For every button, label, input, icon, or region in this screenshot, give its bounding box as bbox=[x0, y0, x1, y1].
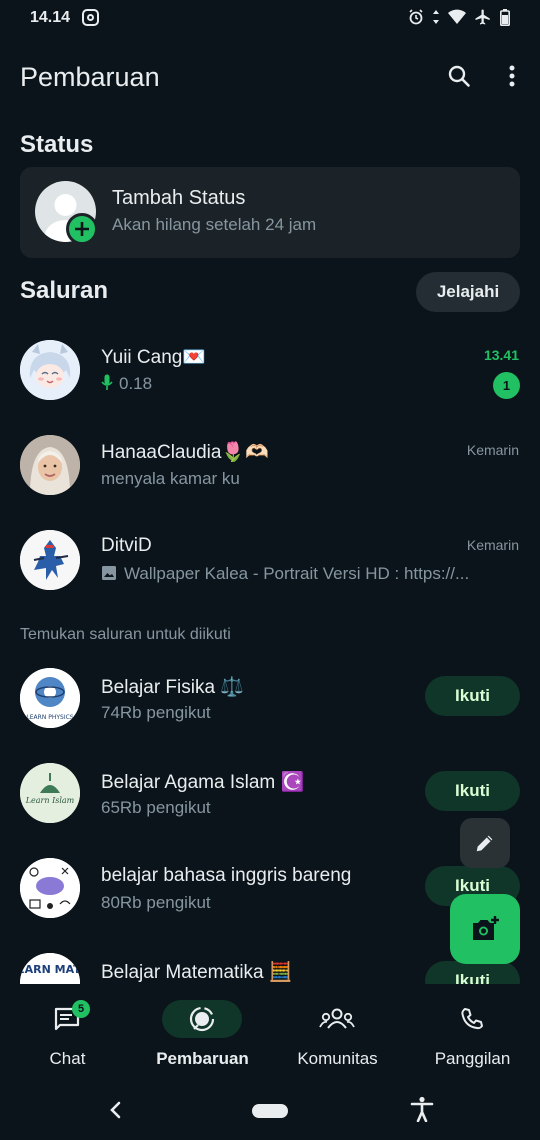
status-bar-time: 14.14 bbox=[30, 9, 71, 26]
channel-time: 13.41 bbox=[483, 347, 519, 363]
channels-section-title: Saluran bbox=[20, 277, 109, 304]
learn-math-text: LEARN MATH bbox=[20, 963, 80, 976]
channel-time: Kemarin bbox=[466, 537, 519, 553]
learn-islam-text: Learn Islam bbox=[25, 796, 75, 805]
learn-physics-logo-icon: LEARN PHYSICS bbox=[20, 668, 80, 728]
doodle-logo-icon bbox=[20, 858, 80, 918]
nav-updates[interactable]: Pembaruan bbox=[135, 984, 270, 1080]
person-photo-avatar-icon bbox=[20, 435, 80, 495]
search-button[interactable] bbox=[441, 58, 477, 94]
channel-emoji: 💌 bbox=[182, 347, 207, 368]
new-text-status-button[interactable] bbox=[460, 818, 510, 868]
wifi-icon bbox=[448, 9, 466, 24]
nav-calls-label: Panggilan bbox=[434, 1049, 511, 1068]
channel-last-message: menyala kamar ku bbox=[101, 469, 240, 488]
more-vertical-icon bbox=[509, 65, 515, 87]
channel-name: Belajar Matematika 🧮 bbox=[101, 962, 293, 983]
unread-count-badge: 1 bbox=[493, 372, 520, 399]
nav-chat[interactable]: 5 Chat bbox=[0, 984, 135, 1080]
nav-chat-label: Chat bbox=[49, 1049, 86, 1068]
channel-name: belajar bahasa inggris bareng bbox=[101, 865, 352, 886]
nav-calls[interactable]: Panggilan bbox=[405, 984, 540, 1080]
discover-row-belajar-agama-islam[interactable]: Learn Islam Belajar Agama Islam ☪️ 65Rb … bbox=[0, 748, 540, 838]
learn-math-logo-icon: LEARN MATH bbox=[20, 953, 80, 984]
discover-row-belajar-fisika[interactable]: LEARN PHYSICS Belajar Fisika ⚖️ 74Rb pen… bbox=[0, 653, 540, 743]
channel-avatar bbox=[20, 340, 80, 400]
add-status-title: Tambah Status bbox=[112, 187, 246, 209]
camera-status-button[interactable] bbox=[450, 894, 520, 964]
nav-communities-icon-wrap bbox=[297, 1000, 377, 1038]
channel-name: Belajar Fisika ⚖️ bbox=[101, 677, 244, 698]
channel-name-text: HanaaClaudia bbox=[101, 442, 222, 463]
channel-avatar bbox=[20, 435, 80, 495]
learn-islam-logo-icon: Learn Islam bbox=[20, 763, 80, 823]
character-logo-avatar-icon bbox=[20, 530, 80, 590]
channel-name: HanaaClaudia🌷🫶🏻 bbox=[101, 440, 269, 464]
channel-followers: 65Rb pengikut bbox=[101, 798, 211, 817]
battery-icon bbox=[500, 8, 510, 26]
channel-time: Kemarin bbox=[466, 442, 519, 458]
phone-icon bbox=[461, 1008, 483, 1030]
instagram-notification-icon bbox=[82, 9, 99, 26]
alarm-icon bbox=[409, 9, 423, 25]
channel-avatar bbox=[20, 530, 80, 590]
channel-last-message: 0.18 bbox=[101, 374, 441, 394]
follow-button[interactable]: Ikuti bbox=[425, 676, 520, 716]
channel-name-text: Yuii Cang bbox=[101, 347, 183, 368]
pencil-icon bbox=[476, 835, 493, 852]
nav-updates-label: Pembaruan bbox=[156, 1049, 249, 1068]
chat-unread-badge: 5 bbox=[72, 1000, 90, 1018]
channel-followers: 74Rb pengikut bbox=[101, 703, 211, 722]
add-status-subtitle: Akan hilang setelah 24 jam bbox=[112, 215, 317, 234]
home-pill[interactable] bbox=[252, 1104, 288, 1118]
nav-updates-icon-wrap bbox=[162, 1000, 242, 1038]
more-options-button[interactable] bbox=[494, 58, 530, 94]
image-icon bbox=[102, 566, 116, 580]
add-status-card[interactable]: Tambah Status Akan hilang setelah 24 jam bbox=[20, 167, 520, 258]
data-arrows-icon bbox=[433, 10, 439, 24]
channel-avatar bbox=[20, 858, 80, 918]
add-status-badge bbox=[66, 213, 98, 245]
bottom-navigation: 5 Chat Pembaruan Komunitas Panggilan bbox=[0, 984, 540, 1080]
nav-communities[interactable]: Komunitas bbox=[270, 984, 405, 1080]
nav-chat-icon-wrap bbox=[27, 1000, 107, 1038]
status-bar-icons bbox=[408, 8, 510, 26]
anime-character-avatar-icon bbox=[20, 340, 80, 400]
channel-name: Yuii Cang💌 bbox=[101, 345, 206, 369]
status-section-title: Status bbox=[20, 131, 94, 158]
follow-button[interactable]: Ikuti bbox=[425, 771, 520, 811]
learn-physics-text: LEARN PHYSICS bbox=[26, 714, 73, 721]
channel-name: Belajar Agama Islam ☪️ bbox=[101, 772, 305, 793]
channel-row-yuii-cang[interactable]: Yuii Cang💌 0.18 13.41 1 bbox=[0, 325, 540, 415]
back-icon[interactable] bbox=[106, 1098, 126, 1122]
search-icon bbox=[448, 65, 470, 87]
channel-avatar: LEARN MATH bbox=[20, 953, 80, 984]
channel-row-ditvid[interactable]: DitviD Wallpaper Kalea - Portrait Versi … bbox=[0, 515, 540, 605]
plus-icon bbox=[75, 222, 89, 236]
accessibility-icon[interactable] bbox=[410, 1096, 434, 1122]
follow-button[interactable]: Ikuti bbox=[425, 961, 520, 984]
discover-channels-label: Temukan saluran untuk diikuti bbox=[20, 626, 231, 643]
channel-avatar: Learn Islam bbox=[20, 763, 80, 823]
channel-row-hanaaclaudia[interactable]: HanaaClaudia🌷🫶🏻 menyala kamar ku Kemarin bbox=[0, 420, 540, 510]
microphone-icon bbox=[101, 374, 113, 390]
channel-last-message: Wallpaper Kalea - Portrait Versi HD : ht… bbox=[101, 564, 511, 584]
add-camera-icon bbox=[473, 916, 499, 940]
channel-avatar: LEARN PHYSICS bbox=[20, 668, 80, 728]
airplane-mode-icon bbox=[475, 9, 490, 25]
channel-name: DitviD bbox=[101, 535, 152, 556]
page-title: Pembaruan bbox=[20, 62, 160, 92]
channel-followers: 80Rb pengikut bbox=[101, 893, 211, 912]
nav-calls-icon-wrap bbox=[432, 1000, 512, 1038]
explore-button[interactable]: Jelajahi bbox=[416, 272, 520, 312]
status-bar: 14.14 bbox=[0, 0, 540, 36]
system-navigation-bar bbox=[0, 1080, 540, 1140]
nav-communities-label: Komunitas bbox=[297, 1049, 378, 1068]
channel-last-message-text: 0.18 bbox=[119, 374, 153, 393]
updates-icon bbox=[189, 1006, 215, 1032]
communities-icon bbox=[319, 1008, 355, 1029]
channel-emoji: 🌷🫶🏻 bbox=[221, 442, 269, 463]
channel-last-message-text: Wallpaper Kalea - Portrait Versi HD : ht… bbox=[124, 564, 470, 583]
